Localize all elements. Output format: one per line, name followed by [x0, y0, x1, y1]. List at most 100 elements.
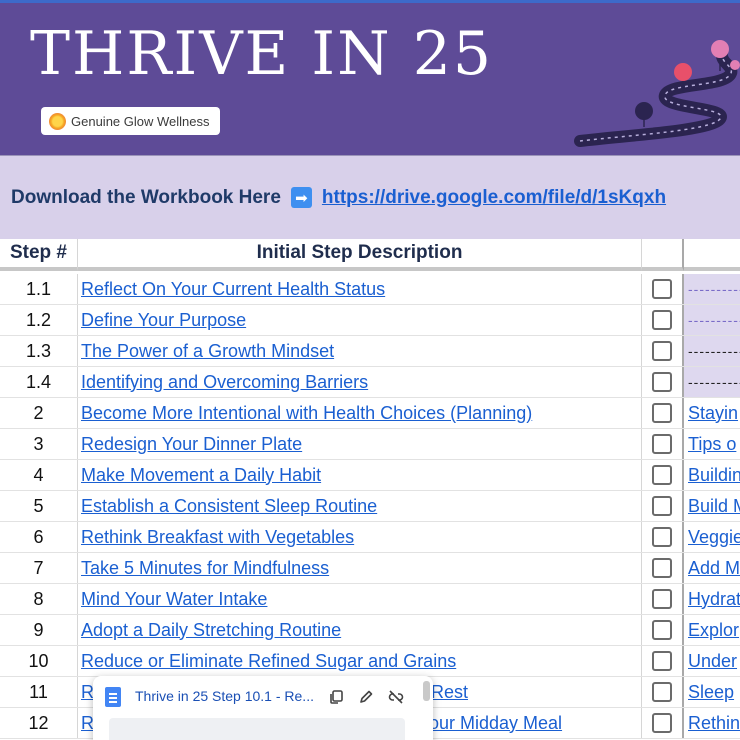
next-step-link[interactable]: Under	[688, 651, 737, 672]
step-description-cell[interactable]: Establish a Consistent Sleep Routine	[78, 491, 642, 521]
step-description-link[interactable]: Establish a Consistent Sleep Routine	[81, 496, 377, 517]
completion-checkbox[interactable]	[652, 558, 672, 578]
next-step-link[interactable]: Explor	[688, 620, 739, 641]
next-step-cell[interactable]: ----------	[684, 305, 740, 335]
next-step-link[interactable]: Buildin	[688, 465, 740, 486]
step-description-link[interactable]: Identifying and Overcoming Barriers	[81, 372, 368, 393]
step-number-cell[interactable]: 11	[0, 677, 78, 707]
completion-checkbox[interactable]	[652, 713, 672, 733]
next-step-link[interactable]: Build M	[688, 496, 740, 517]
completion-checkbox-cell	[642, 274, 684, 304]
step-number-cell[interactable]: 7	[0, 553, 78, 583]
completion-checkbox[interactable]	[652, 341, 672, 361]
table-row: 7 Take 5 Minutes for Mindfulness Add M	[0, 553, 740, 584]
step-description-link[interactable]: Reflect On Your Current Health Status	[81, 279, 385, 300]
step-number-cell[interactable]: 1.3	[0, 336, 78, 366]
next-step-cell[interactable]: Explor	[684, 615, 740, 645]
completion-checkbox[interactable]	[652, 403, 672, 423]
next-step-link[interactable]: Rethin	[688, 713, 740, 734]
completion-checkbox[interactable]	[652, 589, 672, 609]
next-step-link[interactable]: Stayin	[688, 403, 738, 424]
column-header-checkbox[interactable]	[642, 239, 684, 271]
completion-checkbox[interactable]	[652, 651, 672, 671]
next-step-cell[interactable]: Tips o	[684, 429, 740, 459]
next-step-cell[interactable]: ----------	[684, 367, 740, 397]
step-description-cell[interactable]: Adopt a Daily Stretching Routine	[78, 615, 642, 645]
next-step-cell[interactable]: Rethin	[684, 708, 740, 738]
step-description-cell[interactable]: Define Your Purpose	[78, 305, 642, 335]
step-number-cell[interactable]: 9	[0, 615, 78, 645]
completion-checkbox[interactable]	[652, 682, 672, 702]
next-step-cell[interactable]: Under	[684, 646, 740, 676]
completion-checkbox[interactable]	[652, 620, 672, 640]
step-description-cell[interactable]: Redesign Your Dinner Plate	[78, 429, 642, 459]
next-step-cell[interactable]: Hydrat	[684, 584, 740, 614]
step-number-cell[interactable]: 12	[0, 708, 78, 738]
column-header-description[interactable]: Initial Step Description	[78, 239, 642, 271]
step-description-cell[interactable]: Take 5 Minutes for Mindfulness	[78, 553, 642, 583]
step-description-cell[interactable]: The Power of a Growth Mindset	[78, 336, 642, 366]
step-number-cell[interactable]: 3	[0, 429, 78, 459]
next-step-link[interactable]: Tips o	[688, 434, 736, 455]
edit-icon[interactable]	[355, 686, 377, 708]
step-number-cell[interactable]: 5	[0, 491, 78, 521]
step-description-link[interactable]: Adopt a Daily Stretching Routine	[81, 620, 341, 641]
step-description-cell[interactable]: Identifying and Overcoming Barriers	[78, 367, 642, 397]
step-description-cell[interactable]: Make Movement a Daily Habit	[78, 460, 642, 490]
completion-checkbox[interactable]	[652, 465, 672, 485]
next-step-cell[interactable]: Stayin	[684, 398, 740, 428]
step-description-cell[interactable]: Mind Your Water Intake	[78, 584, 642, 614]
step-number-cell[interactable]: 6	[0, 522, 78, 552]
next-step-link[interactable]: Add M	[688, 558, 740, 579]
completion-checkbox[interactable]	[652, 496, 672, 516]
step-description-cell[interactable]: Rethink Breakfast with Vegetables	[78, 522, 642, 552]
next-step-cell[interactable]: Add M	[684, 553, 740, 583]
step-number-cell[interactable]: 10	[0, 646, 78, 676]
step-description-link[interactable]: Redesign Your Dinner Plate	[81, 434, 302, 455]
completion-checkbox[interactable]	[652, 279, 672, 299]
next-step-cell[interactable]: Veggie	[684, 522, 740, 552]
column-header-step[interactable]: Step #	[0, 239, 78, 271]
step-description-link[interactable]: Take 5 Minutes for Mindfulness	[81, 558, 329, 579]
next-step-placeholder: ----------	[688, 343, 740, 359]
step-description-cell[interactable]: Reflect On Your Current Health Status	[78, 274, 642, 304]
step-description-link[interactable]: Reduce or Eliminate Refined Sugar and Gr…	[81, 651, 456, 672]
completion-checkbox[interactable]	[652, 434, 672, 454]
column-header-next[interactable]	[684, 239, 740, 271]
next-step-link[interactable]: Hydrat	[688, 589, 740, 610]
step-description-link[interactable]: Rethink Breakfast with Vegetables	[81, 527, 354, 548]
copy-icon[interactable]	[325, 686, 347, 708]
brand-logo: Genuine Glow Wellness	[41, 107, 220, 135]
step-number-cell[interactable]: 1.2	[0, 305, 78, 335]
next-step-cell[interactable]: ----------	[684, 336, 740, 366]
popup-doc-title[interactable]: Thrive in 25 Step 10.1 - Re...	[135, 688, 314, 704]
step-description-cell[interactable]: Become More Intentional with Health Choi…	[78, 398, 642, 428]
step-description-link-tail[interactable]: Rest	[431, 682, 468, 703]
step-description-link[interactable]: Become More Intentional with Health Choi…	[81, 403, 532, 424]
step-description-link[interactable]: Make Movement a Daily Habit	[81, 465, 321, 486]
doc-preview-thumbnail[interactable]	[109, 718, 405, 740]
next-step-link[interactable]: Veggie	[688, 527, 740, 548]
completion-checkbox[interactable]	[652, 310, 672, 330]
step-number-cell[interactable]: 4	[0, 460, 78, 490]
step-description-link[interactable]: Define Your Purpose	[81, 310, 246, 331]
next-step-cell[interactable]: Sleep	[684, 677, 740, 707]
step-number-cell[interactable]: 8	[0, 584, 78, 614]
step-description-link[interactable]: Mind Your Water Intake	[81, 589, 267, 610]
step-number-cell[interactable]: 1.4	[0, 367, 78, 397]
step-description-link[interactable]: The Power of a Growth Mindset	[81, 341, 334, 362]
step-description-link-tail[interactable]: our Midday Meal	[429, 713, 562, 734]
completion-checkbox[interactable]	[652, 527, 672, 547]
table-row: 3 Redesign Your Dinner Plate Tips o	[0, 429, 740, 460]
next-step-cell[interactable]: ----------	[684, 274, 740, 304]
popup-scrollbar[interactable]	[423, 681, 430, 701]
unlink-icon[interactable]	[385, 686, 407, 708]
next-step-cell[interactable]: Build M	[684, 491, 740, 521]
step-description-cell[interactable]: Reduce or Eliminate Refined Sugar and Gr…	[78, 646, 642, 676]
next-step-link[interactable]: Sleep	[688, 682, 734, 703]
step-number-cell[interactable]: 2	[0, 398, 78, 428]
step-number-cell[interactable]: 1.1	[0, 274, 78, 304]
workbook-download-link[interactable]: https://drive.google.com/file/d/1sKqxh	[322, 187, 666, 209]
completion-checkbox[interactable]	[652, 372, 672, 392]
next-step-cell[interactable]: Buildin	[684, 460, 740, 490]
